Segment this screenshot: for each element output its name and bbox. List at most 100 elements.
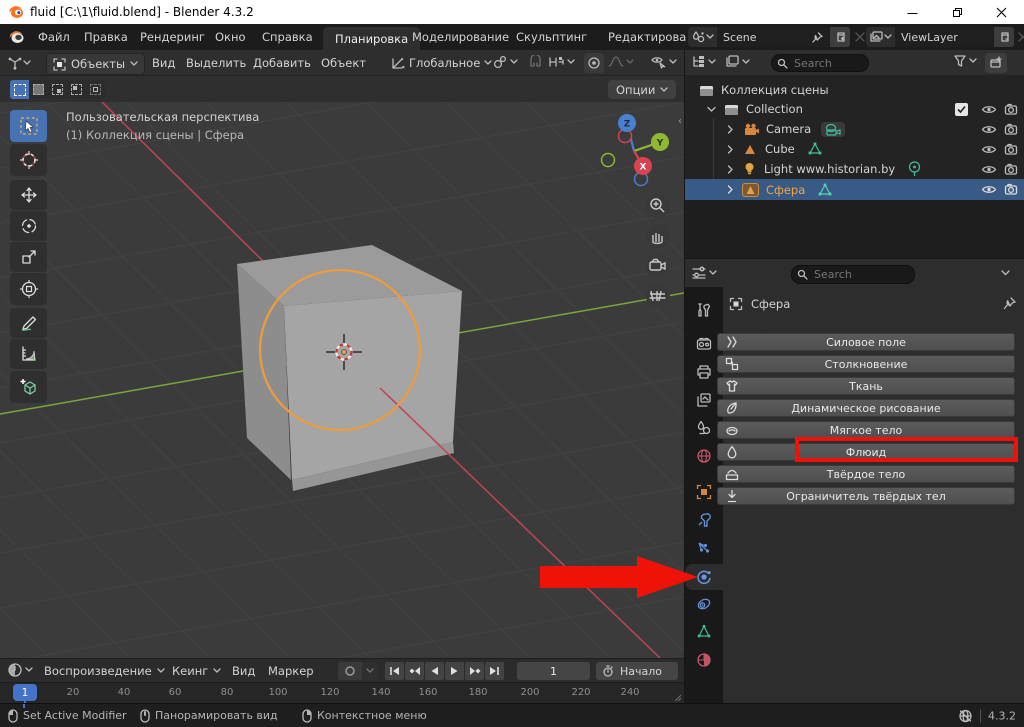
properties-type-button[interactable] [691, 265, 717, 281]
expand-chevron-icon[interactable] [727, 125, 734, 134]
tab-output-icon[interactable] [696, 364, 712, 380]
maximize-button[interactable] [934, 0, 978, 24]
tab-layout-active[interactable]: Планировка [323, 27, 420, 50]
scene-name-field[interactable]: Scene [717, 27, 829, 47]
tool-scale[interactable] [10, 242, 47, 272]
tab-modeling[interactable]: Моделирование [412, 30, 509, 44]
tab-material-icon[interactable] [696, 652, 712, 668]
select-mode-box[interactable] [29, 80, 48, 99]
falloff-dropdown[interactable] [608, 54, 634, 69]
render-visibility-icon[interactable] [1004, 123, 1018, 135]
snap-magnet-icon[interactable] [528, 55, 543, 70]
outliner-filter-dropdown[interactable] [953, 54, 977, 68]
exclude-checkbox[interactable] [955, 103, 968, 116]
outliner-row-scene-collection[interactable]: Коллекция сцены [685, 80, 1024, 100]
tab-sculpting[interactable]: Скульптинг [516, 30, 587, 44]
outliner-row-collection[interactable]: Collection [685, 99, 1024, 119]
tab-data-icon[interactable] [696, 624, 712, 640]
current-frame-field[interactable]: 1 [517, 662, 590, 680]
timeline-type-button[interactable] [7, 662, 33, 678]
expand-chevron-icon[interactable] [727, 145, 734, 154]
outliner-type-button[interactable] [691, 54, 716, 69]
tool-rotate[interactable] [10, 211, 47, 241]
physics-dynamic-paint-button[interactable]: Динамическое рисование [717, 399, 1015, 417]
pivot-point-dropdown[interactable] [492, 54, 518, 70]
pin-icon[interactable] [812, 32, 823, 43]
tool-transform[interactable] [10, 273, 47, 305]
play-reverse-button[interactable] [425, 662, 444, 680]
select-mode-tweak-active[interactable] [10, 80, 29, 99]
tab-editing[interactable]: Редактирование [608, 30, 686, 44]
menu-render[interactable]: Рендеринг [140, 30, 205, 44]
blender-menu-icon[interactable] [8, 29, 25, 45]
playback-menu[interactable]: Воспроизведение [44, 664, 165, 678]
start-frame-field[interactable]: Начало [596, 662, 678, 680]
minimize-button[interactable] [890, 0, 934, 24]
jump-to-start-button[interactable] [385, 662, 404, 680]
properties-options-chevron[interactable] [1001, 270, 1010, 277]
hide-eye-icon[interactable] [981, 184, 997, 195]
properties-search-input[interactable] [791, 265, 915, 284]
viewlayer-remove-icon[interactable] [1017, 31, 1024, 43]
outliner-row-camera[interactable]: Camera [685, 119, 1024, 139]
cube-object[interactable] [237, 245, 462, 491]
outliner-row-cube[interactable]: Cube [685, 139, 1024, 159]
physics-rigid-body-button[interactable]: Твёрдое тело [717, 465, 1015, 483]
menu-window[interactable]: Окно [215, 30, 246, 44]
viewlayer-copy-button[interactable] [994, 27, 1014, 47]
menu-help[interactable]: Справка [262, 30, 313, 44]
tool-cursor[interactable] [10, 144, 47, 176]
hide-eye-icon[interactable] [981, 144, 997, 155]
select-mode-intersect[interactable] [86, 80, 105, 99]
options-button[interactable]: Опции [608, 80, 676, 99]
collapse-chevron-icon[interactable] [707, 106, 716, 113]
resize-grip[interactable] [672, 692, 682, 702]
scene-type-dropdown[interactable] [688, 27, 717, 47]
menu-add[interactable]: Добавить [253, 56, 311, 70]
render-visibility-icon[interactable] [1004, 103, 1018, 115]
render-visibility-icon[interactable] [1004, 183, 1018, 195]
tool-annotate[interactable] [10, 308, 47, 338]
play-button[interactable] [445, 662, 464, 680]
autokey-dropdown[interactable] [362, 662, 378, 680]
tab-scene-icon[interactable] [696, 420, 712, 436]
menu-edit[interactable]: Правка [84, 30, 128, 44]
tool-move[interactable] [10, 180, 47, 210]
tab-tool-icon[interactable] [696, 302, 712, 318]
hide-eye-icon[interactable] [981, 164, 997, 175]
menu-object[interactable]: Объект [321, 56, 366, 70]
physics-rigid-body-constraint-button[interactable]: Ограничитель твёрдых тел [717, 487, 1015, 505]
editor-type-button[interactable] [7, 54, 31, 72]
autokey-toggle[interactable] [338, 662, 362, 680]
scene-unlink-icon[interactable] [854, 31, 866, 43]
physics-cloth-button[interactable]: Ткань [717, 377, 1015, 395]
scene-copy-button[interactable] [830, 27, 850, 47]
tab-viewlayer-icon[interactable] [696, 392, 712, 408]
snap-with-dropdown[interactable] [548, 54, 575, 70]
timeline-marker-menu[interactable]: Маркер [268, 664, 314, 678]
pin-icon[interactable] [1003, 297, 1016, 310]
hide-eye-icon[interactable] [981, 104, 997, 115]
render-visibility-icon[interactable] [1004, 163, 1018, 175]
mode-dropdown[interactable]: Объекты [46, 53, 145, 75]
proportional-editing-button[interactable] [584, 53, 604, 73]
timeline-ruler[interactable]: 20 40 60 80 100 120 140 160 180 200 220 … [0, 682, 684, 703]
menu-view[interactable]: Вид [152, 56, 175, 70]
tab-world-icon[interactable] [696, 448, 712, 464]
prev-keyframe-button[interactable] [405, 662, 424, 680]
tab-modifiers-icon[interactable] [696, 512, 712, 528]
region-collapse-chevron[interactable]: ‹ [678, 116, 682, 127]
outliner-row-sphere-selected[interactable]: Сфера [685, 179, 1024, 200]
viewlayer-type-dropdown[interactable] [866, 27, 895, 47]
timeline-view-menu[interactable]: Вид [232, 664, 255, 678]
physics-force-field-button[interactable]: Силовое поле [717, 333, 1015, 351]
select-mode-extend[interactable] [48, 80, 67, 99]
expand-chevron-icon[interactable] [727, 165, 734, 174]
visibility-dropdown[interactable] [650, 54, 677, 70]
menu-file[interactable]: Файл [38, 30, 70, 44]
physics-collision-button[interactable]: Столкновение [717, 355, 1015, 373]
playhead-badge[interactable]: 1 [13, 684, 37, 701]
tool-select-box-active[interactable] [10, 110, 47, 142]
close-button[interactable] [978, 0, 1024, 24]
viewlayer-name-field[interactable]: ViewLayer [895, 27, 993, 47]
